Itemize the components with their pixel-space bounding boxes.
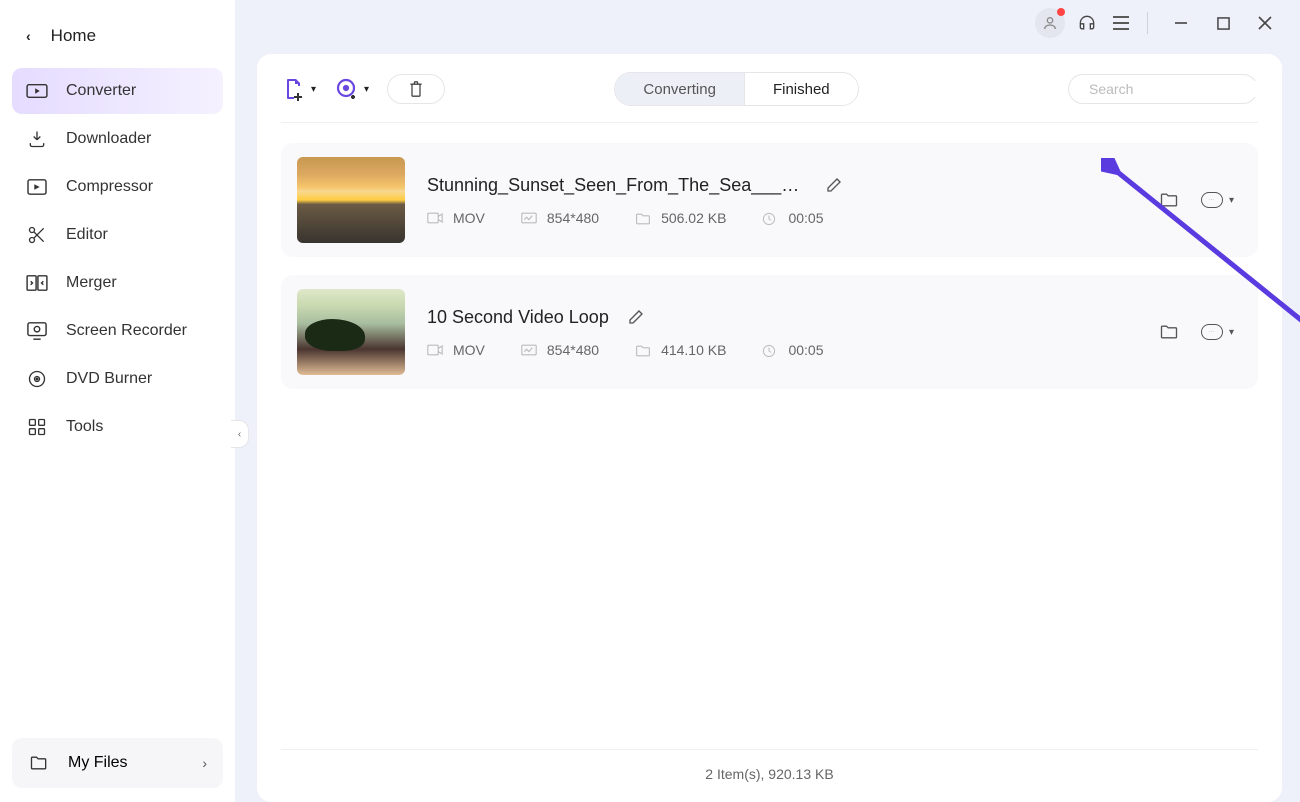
divider bbox=[1147, 12, 1148, 34]
minimize-button[interactable] bbox=[1168, 11, 1194, 35]
open-folder-button[interactable] bbox=[1159, 323, 1179, 341]
file-list: Stunning_Sunset_Seen_From_The_Sea___Ti..… bbox=[281, 143, 1258, 389]
titlebar bbox=[257, 6, 1282, 40]
nav-merger[interactable]: Merger bbox=[12, 260, 223, 306]
nav-downloader[interactable]: Downloader bbox=[12, 116, 223, 162]
support-button[interactable] bbox=[1075, 11, 1099, 35]
sidebar: ‹ Home Converter Downloader Compressor E… bbox=[0, 0, 235, 802]
my-files-button[interactable]: My Files › bbox=[12, 738, 223, 788]
open-folder-button[interactable] bbox=[1159, 191, 1179, 209]
nav-editor[interactable]: Editor bbox=[12, 212, 223, 258]
rename-button[interactable] bbox=[627, 308, 645, 326]
download-icon bbox=[26, 128, 48, 150]
nav-label: Screen Recorder bbox=[66, 322, 187, 340]
home-label: Home bbox=[51, 26, 96, 46]
more-options-button[interactable]: ••• ▾ bbox=[1201, 324, 1234, 340]
chevron-down-icon: ▾ bbox=[1229, 195, 1234, 206]
resolution-icon bbox=[521, 212, 537, 224]
merge-icon bbox=[26, 272, 48, 294]
tab-converting[interactable]: Converting bbox=[615, 73, 744, 105]
tab-finished[interactable]: Finished bbox=[744, 73, 858, 105]
resolution-icon bbox=[521, 344, 537, 356]
close-button[interactable] bbox=[1252, 11, 1278, 35]
search-input[interactable] bbox=[1089, 81, 1270, 97]
content-panel: ▾ ▾ Converting Finished bbox=[257, 54, 1282, 802]
duration-icon bbox=[762, 212, 778, 224]
chevron-down-icon: ▾ bbox=[311, 84, 316, 95]
status-tabs: Converting Finished bbox=[614, 72, 858, 106]
file-format: MOV bbox=[453, 342, 485, 358]
thumbnail[interactable] bbox=[297, 157, 405, 243]
clear-list-button[interactable] bbox=[387, 74, 445, 104]
chevron-down-icon: ▾ bbox=[1229, 327, 1234, 338]
menu-button[interactable] bbox=[1109, 11, 1133, 35]
chevron-down-icon: ▾ bbox=[364, 84, 369, 95]
nav-label: Downloader bbox=[66, 130, 151, 148]
compress-icon bbox=[26, 176, 48, 198]
file-title: 10 Second Video Loop bbox=[427, 307, 609, 328]
add-file-button[interactable]: ▾ bbox=[281, 76, 316, 102]
nav-compressor[interactable]: Compressor bbox=[12, 164, 223, 210]
converter-icon bbox=[26, 80, 48, 102]
file-duration: 00:05 bbox=[788, 210, 823, 226]
nav-tools[interactable]: Tools bbox=[12, 404, 223, 450]
file-title: Stunning_Sunset_Seen_From_The_Sea___Ti..… bbox=[427, 175, 807, 196]
disc-icon bbox=[26, 368, 48, 390]
toolbar: ▾ ▾ Converting Finished bbox=[281, 72, 1258, 123]
file-resolution: 854*480 bbox=[547, 342, 599, 358]
folder-icon bbox=[28, 752, 50, 774]
nav-label: Merger bbox=[66, 274, 117, 292]
file-format: MOV bbox=[453, 210, 485, 226]
collapse-sidebar-button[interactable]: ‹ bbox=[231, 420, 249, 448]
file-card: 10 Second Video Loop MOV 854*480 414.10 … bbox=[281, 275, 1258, 389]
scissors-icon bbox=[26, 224, 48, 246]
recorder-icon bbox=[26, 320, 48, 342]
nav-list: Converter Downloader Compressor Editor M… bbox=[12, 68, 223, 450]
file-card: Stunning_Sunset_Seen_From_The_Sea___Ti..… bbox=[281, 143, 1258, 257]
rename-button[interactable] bbox=[825, 176, 843, 194]
back-icon: ‹ bbox=[26, 28, 31, 44]
nav-label: Converter bbox=[66, 82, 136, 100]
file-duration: 00:05 bbox=[788, 342, 823, 358]
nav-converter[interactable]: Converter bbox=[12, 68, 223, 114]
main-area: ▾ ▾ Converting Finished bbox=[235, 0, 1300, 802]
more-options-button[interactable]: ••• ▾ bbox=[1201, 192, 1234, 208]
nav-label: DVD Burner bbox=[66, 370, 152, 388]
file-size: 414.10 KB bbox=[661, 342, 726, 358]
format-icon bbox=[427, 212, 443, 224]
nav-screen-recorder[interactable]: Screen Recorder bbox=[12, 308, 223, 354]
size-icon bbox=[635, 212, 651, 224]
nav-label: Compressor bbox=[66, 178, 153, 196]
home-link[interactable]: ‹ Home bbox=[12, 14, 223, 68]
format-icon bbox=[427, 344, 443, 356]
maximize-button[interactable] bbox=[1210, 11, 1236, 35]
search-box[interactable] bbox=[1068, 74, 1258, 104]
add-disc-button[interactable]: ▾ bbox=[334, 76, 369, 102]
footer-summary: 2 Item(s), 920.13 KB bbox=[281, 749, 1258, 782]
account-button[interactable] bbox=[1035, 8, 1065, 38]
chevron-right-icon: › bbox=[202, 755, 207, 771]
grid-icon bbox=[26, 416, 48, 438]
size-icon bbox=[635, 344, 651, 356]
more-icon: ••• bbox=[1201, 324, 1223, 340]
duration-icon bbox=[762, 344, 778, 356]
my-files-label: My Files bbox=[68, 754, 128, 772]
nav-dvd-burner[interactable]: DVD Burner bbox=[12, 356, 223, 402]
file-size: 506.02 KB bbox=[661, 210, 726, 226]
add-file-icon bbox=[281, 76, 307, 102]
more-icon: ••• bbox=[1201, 192, 1223, 208]
nav-label: Editor bbox=[66, 226, 108, 244]
trash-icon bbox=[408, 80, 424, 98]
file-resolution: 854*480 bbox=[547, 210, 599, 226]
nav-label: Tools bbox=[66, 418, 103, 436]
add-disc-icon bbox=[334, 76, 360, 102]
thumbnail[interactable] bbox=[297, 289, 405, 375]
